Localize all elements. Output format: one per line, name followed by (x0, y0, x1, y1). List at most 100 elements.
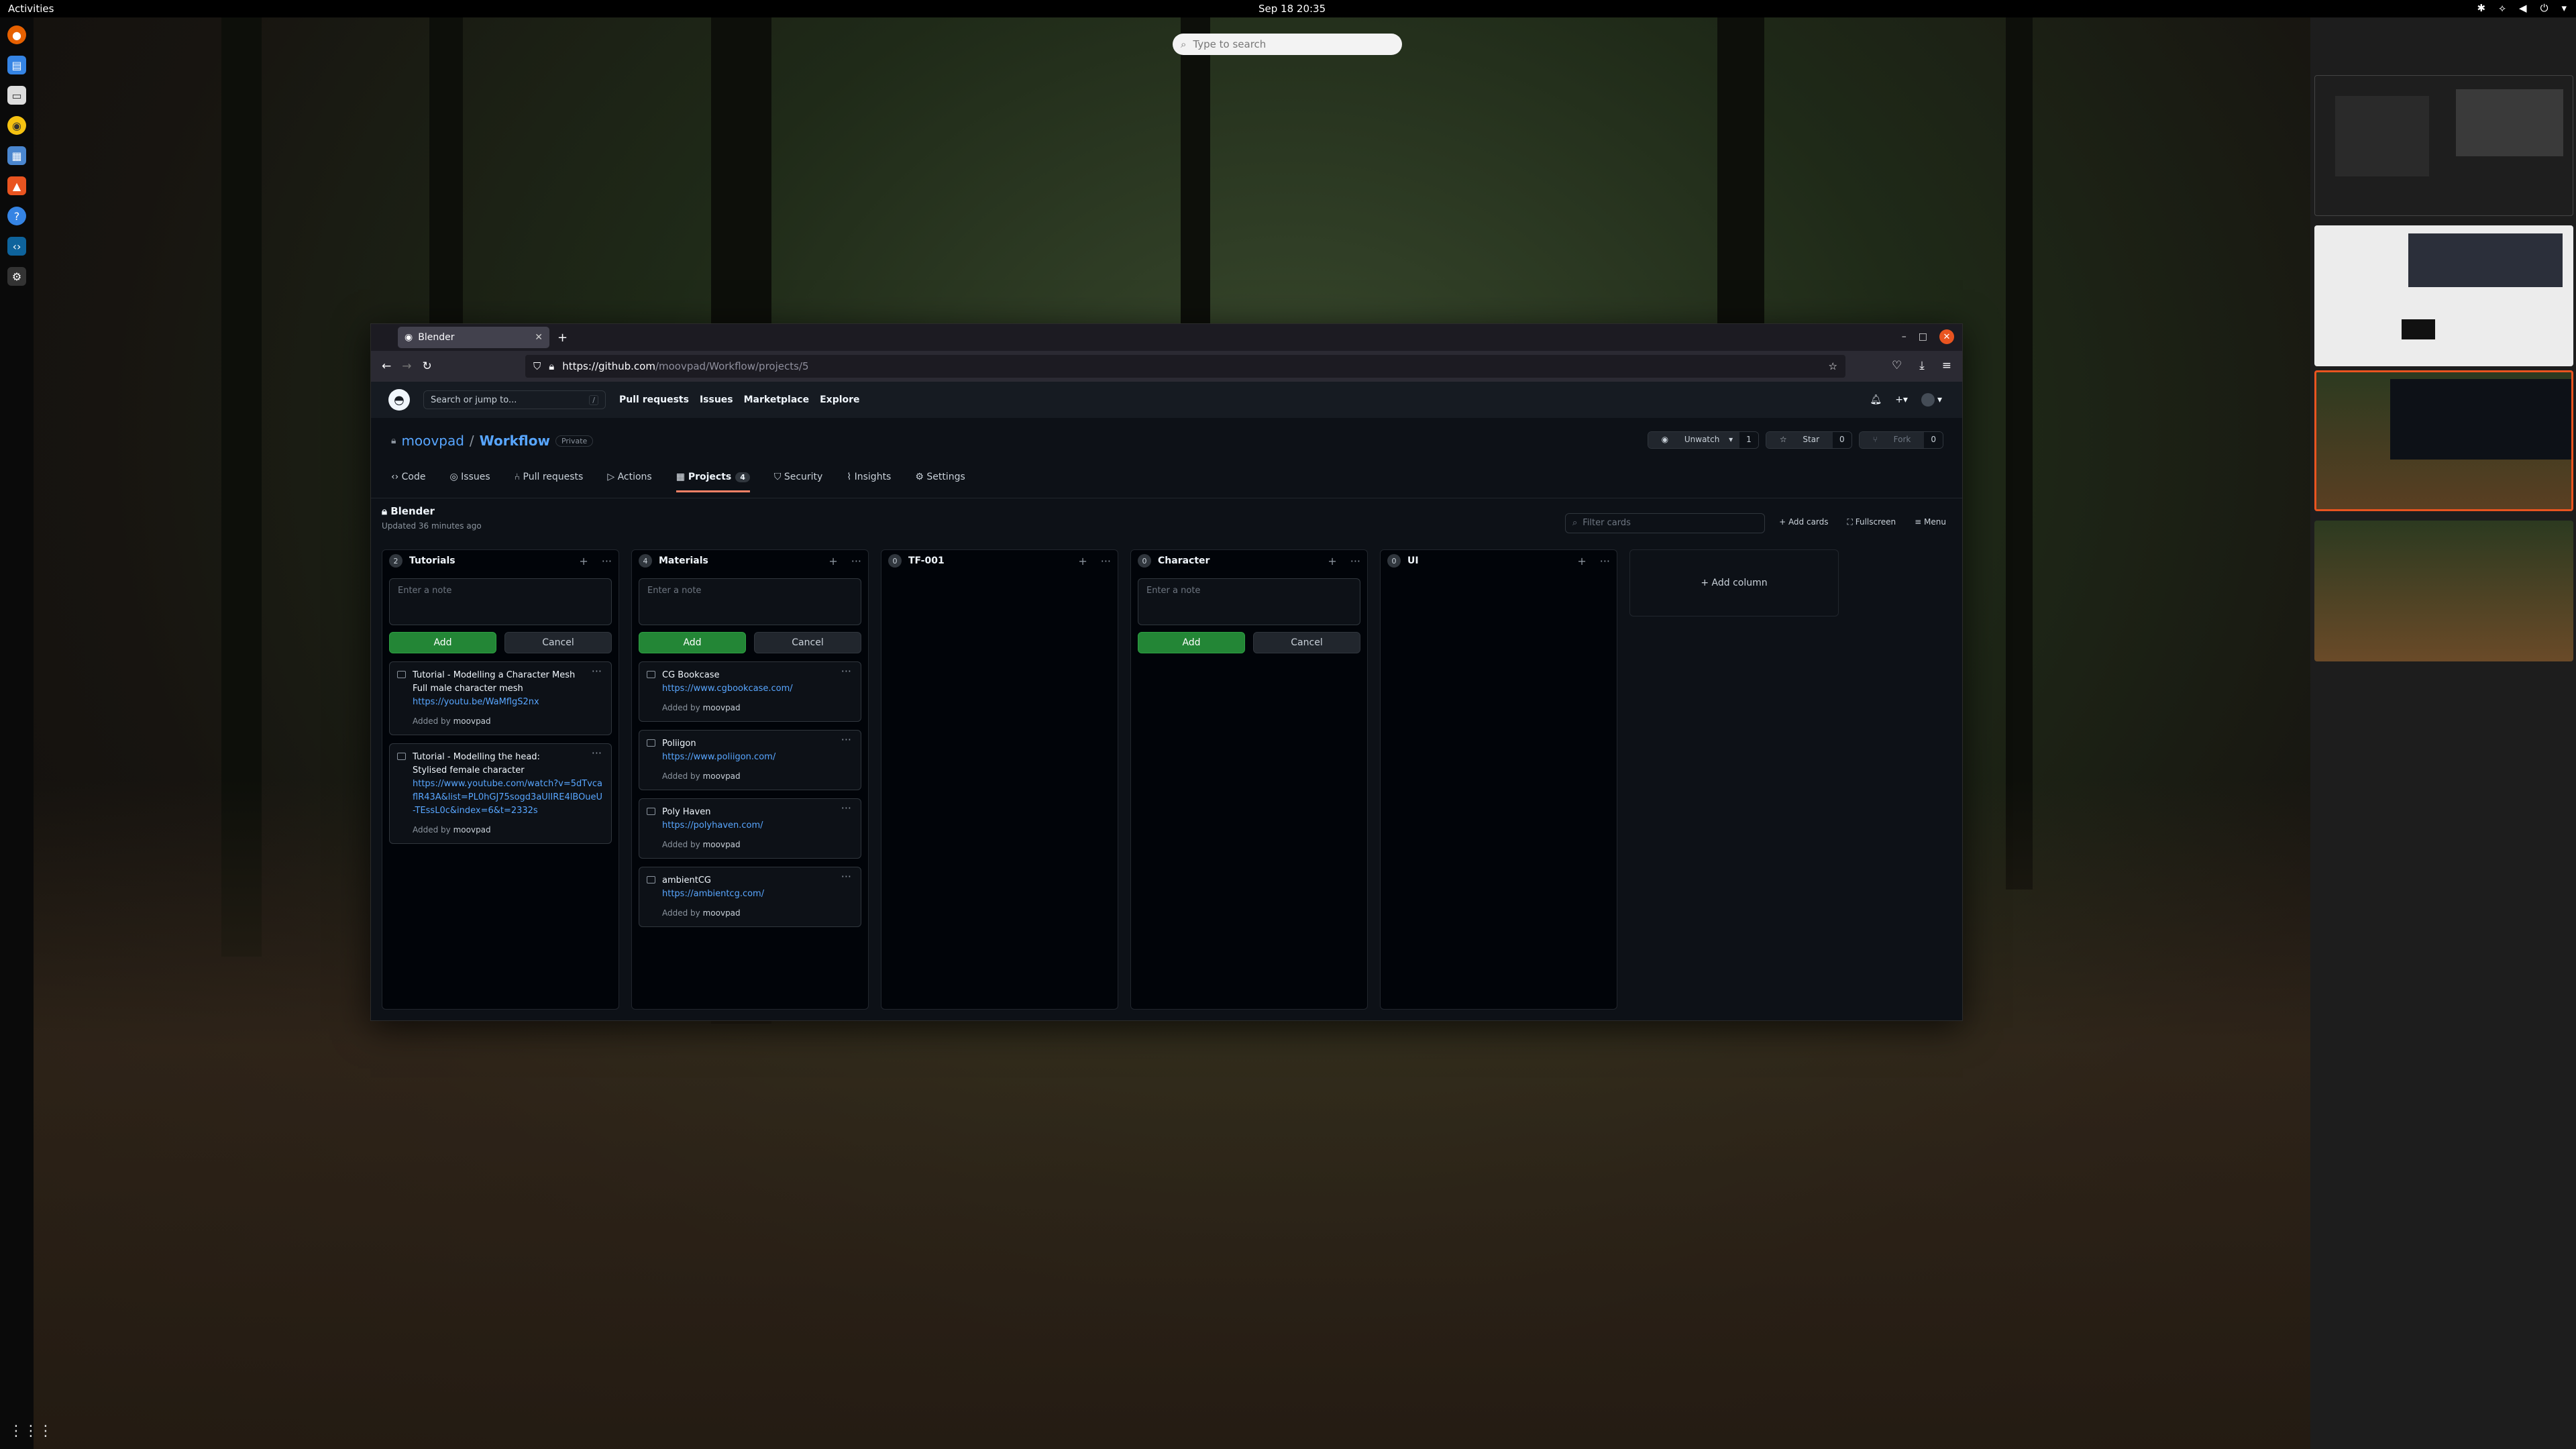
writer-icon[interactable]: ▦ (7, 146, 26, 165)
activities-button[interactable]: Activities (8, 3, 54, 15)
user-menu[interactable]: ▾ (1921, 393, 1942, 407)
nav-explore[interactable]: Explore (820, 394, 859, 405)
help-icon[interactable]: ? (7, 207, 26, 225)
tab-actions[interactable]: ▷ Actions (607, 468, 651, 492)
pocket-icon[interactable]: ♡ (1892, 359, 1902, 372)
menu-button[interactable]: ≡ Menu (1915, 517, 1946, 527)
messaging-icon[interactable]: ▤ (7, 56, 26, 74)
card-menu-icon[interactable]: ··· (841, 665, 851, 678)
software-icon[interactable]: ▲ (7, 176, 26, 195)
show-apps-icon[interactable]: ⋮⋮⋮ (9, 1423, 53, 1440)
github-logo-icon[interactable]: ◓ (388, 389, 410, 411)
github-search-input[interactable]: Search or jump to... / (423, 390, 606, 409)
maximize-icon[interactable]: □ (1919, 331, 1927, 342)
fork-button[interactable]: ⑂ Fork 0 (1858, 431, 1943, 449)
unwatch-button[interactable]: ◉ Unwatch ▾ 1 (1647, 431, 1759, 449)
workspace-thumbnail[interactable] (2314, 75, 2573, 216)
column-menu-icon[interactable]: ··· (1101, 555, 1111, 568)
column-menu-icon[interactable]: ··· (1350, 555, 1360, 568)
card-menu-icon[interactable]: ··· (841, 870, 851, 883)
add-note-button[interactable]: Add (389, 632, 496, 653)
firefox-icon[interactable]: ● (7, 25, 26, 44)
clock[interactable]: Sep 18 20:35 (1258, 3, 1326, 15)
card-link[interactable]: https://youtu.be/WaMflgS2nx (413, 696, 603, 709)
add-column-button[interactable]: + Add column (1629, 549, 1839, 616)
tab-settings[interactable]: ⚙ Settings (915, 468, 965, 492)
card-link[interactable]: https://polyhaven.com/ (662, 819, 853, 833)
add-note-button[interactable]: Add (1138, 632, 1245, 653)
filter-cards-input[interactable]: ⌕ Filter cards (1565, 513, 1765, 533)
add-card-icon[interactable]: + (828, 555, 837, 568)
tab-pull-requests[interactable]: ⑃ Pull requests (515, 468, 584, 492)
card-link[interactable]: https://www.cgbookcase.com/ (662, 682, 853, 696)
card-link[interactable]: https://www.poliigon.com/ (662, 751, 853, 764)
card-menu-icon[interactable]: ··· (592, 747, 602, 760)
tab-code[interactable]: ‹› Code (391, 468, 426, 492)
nav-issues[interactable]: Issues (700, 394, 733, 405)
column-menu-icon[interactable]: ··· (851, 555, 861, 568)
fullscreen-button[interactable]: ⛶ Fullscreen (1847, 517, 1896, 527)
card-menu-icon[interactable]: ··· (841, 802, 851, 815)
reload-icon[interactable]: ↻ (423, 360, 432, 373)
bell-icon[interactable]: 🔔︎ (1870, 394, 1882, 405)
workspace-thumbnail[interactable] (2314, 225, 2573, 366)
tab-security[interactable]: ⛉ Security (774, 468, 822, 492)
project-card[interactable]: ··· Poliigon https://www.poliigon.com/ A… (639, 730, 861, 790)
note-input[interactable]: Enter a note (1138, 578, 1360, 625)
star-button[interactable]: ☆ Star 0 (1765, 431, 1852, 449)
workspace-thumbnail-active[interactable] (2314, 370, 2573, 511)
author-link[interactable]: moovpad (703, 771, 741, 781)
author-link[interactable]: moovpad (703, 908, 741, 918)
cancel-note-button[interactable]: Cancel (504, 632, 612, 653)
tab-issues[interactable]: ◎ Issues (450, 468, 490, 492)
new-tab-icon[interactable]: + (557, 331, 568, 345)
vscode-icon[interactable]: ‹› (7, 237, 26, 256)
card-menu-icon[interactable]: ··· (592, 665, 602, 678)
bookmark-star-icon[interactable]: ☆ (1829, 360, 1837, 372)
url-bar[interactable]: ⛉ 🔒︎ https://github.com/moovpad/Workflow… (525, 355, 1845, 378)
author-link[interactable]: moovpad (703, 703, 741, 712)
nav-pull-requests[interactable]: Pull requests (619, 394, 689, 405)
browser-tab[interactable]: ◉ Blender ✕ (398, 327, 549, 348)
column-menu-icon[interactable]: ··· (602, 555, 612, 568)
files-icon[interactable]: ▭ (7, 86, 26, 105)
add-card-icon[interactable]: + (1328, 555, 1336, 568)
menu-icon[interactable]: ≡ (1942, 359, 1951, 372)
column-menu-icon[interactable]: ··· (1600, 555, 1610, 568)
settings-icon[interactable]: ⚙ (7, 267, 26, 286)
add-card-icon[interactable]: + (1078, 555, 1087, 568)
note-input[interactable]: Enter a note (639, 578, 861, 625)
author-link[interactable]: moovpad (453, 716, 491, 726)
card-link[interactable]: https://ambientcg.com/ (662, 888, 853, 901)
project-card[interactable]: ··· Poly Haven https://polyhaven.com/ Ad… (639, 798, 861, 859)
project-card[interactable]: ··· Tutorial - Modelling a Character Mes… (389, 661, 612, 735)
project-card[interactable]: ··· CG Bookcase https://www.cgbookcase.c… (639, 661, 861, 722)
rhythmbox-icon[interactable]: ◉ (7, 116, 26, 135)
repo-owner-link[interactable]: moovpad (401, 433, 464, 449)
workspace-thumbnail[interactable] (2314, 521, 2573, 661)
close-tab-icon[interactable]: ✕ (535, 332, 543, 343)
add-card-icon[interactable]: + (579, 555, 588, 568)
downloads-icon[interactable]: ⤓ (1919, 359, 1925, 372)
add-cards-button[interactable]: + Add cards (1779, 517, 1828, 527)
minimize-icon[interactable]: – (1902, 331, 1907, 342)
project-card[interactable]: ··· ambientCG https://ambientcg.com/ Add… (639, 867, 861, 927)
create-new-icon[interactable]: +▾ (1895, 394, 1908, 405)
note-input[interactable]: Enter a note (389, 578, 612, 625)
add-card-icon[interactable]: + (1577, 555, 1586, 568)
tab-projects[interactable]: ▦ Projects 4 (676, 468, 750, 492)
forward-icon[interactable]: → (402, 360, 411, 373)
card-menu-icon[interactable]: ··· (841, 733, 851, 747)
author-link[interactable]: moovpad (453, 825, 491, 835)
project-card[interactable]: ··· Tutorial - Modelling the head: Styli… (389, 743, 612, 844)
close-window-icon[interactable]: ✕ (1939, 329, 1954, 344)
cancel-note-button[interactable]: Cancel (1253, 632, 1360, 653)
author-link[interactable]: moovpad (703, 840, 741, 849)
nav-marketplace[interactable]: Marketplace (744, 394, 809, 405)
overview-search[interactable]: ⌕ Type to search (1173, 34, 1402, 55)
repo-name-link[interactable]: Workflow (480, 433, 550, 449)
card-link[interactable]: https://www.youtube.com/watch?v=5dTvcafl… (413, 777, 603, 818)
cancel-note-button[interactable]: Cancel (754, 632, 861, 653)
system-tray[interactable]: ✱ ⟡ ◀ ⏻ ▾ (2477, 2, 2567, 14)
tab-insights[interactable]: ⌇ Insights (847, 468, 891, 492)
